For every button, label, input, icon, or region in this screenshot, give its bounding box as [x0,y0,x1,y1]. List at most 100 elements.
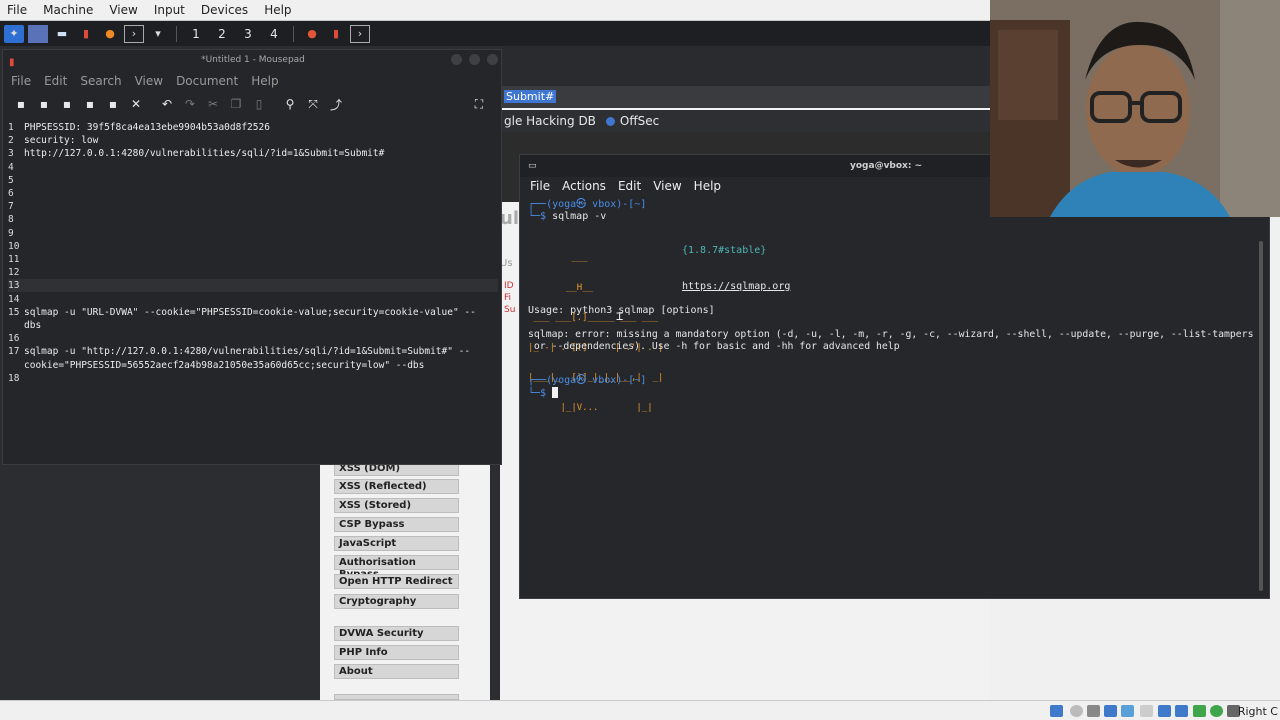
term-menu-view[interactable]: View [653,179,681,193]
workspace-2[interactable]: 2 [211,27,233,41]
dvwa-menu-open-http-redirect[interactable]: Open HTTP Redirect [334,574,459,589]
dvwa-menu-xss-reflected[interactable]: XSS (Reflected) [334,479,459,494]
mousepad-task-icon[interactable]: ▮ [326,25,346,43]
dvwa-menu-authorisation-bypass[interactable]: Authorisation Bypass [334,555,459,580]
goto-icon[interactable]: ⤴ [328,96,344,112]
menu-help[interactable]: Help [257,3,300,17]
mousepad-text-area[interactable]: 1 PHPSESSID: 39f5f8ca4ea13ebe9904b53a0d8f… [3,120,501,464]
editor-line[interactable]: 10 [8,240,498,253]
editor-line[interactable]: 14 [8,293,498,306]
mp-menu-file[interactable]: File [11,74,31,88]
workspace-3[interactable]: 3 [237,27,259,41]
mp-menu-document[interactable]: Document [176,74,238,88]
editor-line[interactable]: 2 security: low [8,134,498,147]
network-icon[interactable] [1104,705,1117,717]
editor-line[interactable]: 18 [8,372,498,385]
maximize-button[interactable] [469,54,480,65]
editor-line[interactable]: 1 PHPSESSID: 39f5f8ca4ea13ebe9904b53a0d8f… [8,121,498,134]
files-icon[interactable]: ▬ [52,25,72,43]
mp-menu-help[interactable]: Help [251,74,278,88]
close-doc-icon[interactable]: ✕ [128,96,144,112]
editor-line[interactable]: 13 [8,279,498,293]
editor-line[interactable]: 7 [8,200,498,213]
cut-icon[interactable]: ✂ [205,96,221,112]
undo-icon[interactable]: ↶ [159,96,175,112]
editor-line[interactable]: cookie="PHPSESSID=56552aecf2a4b98a21050e… [8,359,498,372]
editor-line[interactable]: dbs [8,319,498,332]
search-icon[interactable]: ⚲ [282,96,298,112]
desktop-icon[interactable] [28,24,48,43]
cpu-icon[interactable] [1193,705,1206,717]
burp-icon[interactable]: ● [302,25,322,43]
menu-view[interactable]: View [102,3,146,17]
redo-icon[interactable]: ↷ [182,96,198,112]
terminal-task-icon[interactable]: › [350,24,370,43]
editor-line[interactable]: 6 [8,187,498,200]
term-menu-actions[interactable]: Actions [562,179,606,193]
editor-line[interactable]: 17 sqlmap -u "http://127.0.0.1:4280/vulne… [8,345,498,358]
terminal-icon[interactable]: › [124,24,144,43]
editor-line[interactable]: 4 [8,161,498,174]
menu-file[interactable]: File [0,3,36,17]
editor-line[interactable]: 12 [8,266,498,279]
result-first: Fi [504,293,512,303]
workspace-1[interactable]: 1 [185,27,207,41]
display-icon[interactable] [1158,705,1171,717]
paste-icon[interactable]: ▯ [251,96,267,112]
new-window-icon[interactable]: ▪ [36,96,52,112]
editor-line[interactable]: 16 [8,332,498,345]
minimize-button[interactable] [451,54,462,65]
browser-url-bar[interactable]: Submit# [500,86,990,108]
editor-line[interactable]: 5 [8,174,498,187]
editor-icon[interactable]: ▮ [76,25,96,43]
audio-icon[interactable] [1087,705,1100,717]
dvwa-menu-about[interactable]: About [334,664,459,679]
dvwa-menu-dvwa-security[interactable]: DVWA Security [334,626,459,641]
hdd-icon[interactable] [1050,705,1063,717]
line-text: PHPSESSID: 39f5f8ca4ea13ebe9904b53a0d8f2… [24,122,270,133]
term-menu-edit[interactable]: Edit [618,179,641,193]
menu-input[interactable]: Input [147,3,194,17]
mp-menu-edit[interactable]: Edit [44,74,67,88]
save-icon[interactable]: ▪ [59,96,75,112]
workspace-4[interactable]: 4 [263,27,285,41]
chevron-down-icon[interactable]: ▾ [148,25,168,43]
mp-menu-search[interactable]: Search [80,74,121,88]
dvwa-menu-cryptography[interactable]: Cryptography [334,594,459,609]
editor-line[interactable]: 8 [8,213,498,226]
dvwa-menu-php-info[interactable]: PHP Info [334,645,459,660]
editor-line[interactable]: 9 [8,227,498,240]
terminal-output[interactable]: ┌──(yoga㉿ vbox)-[~] └─$ sqlmap -v ___ __… [520,197,1271,597]
new-file-icon[interactable]: ▪ [13,96,29,112]
find-replace-icon[interactable]: ⤧ [305,96,321,112]
usb-icon[interactable] [1121,705,1134,717]
menu-machine[interactable]: Machine [36,3,102,17]
kali-menu-icon[interactable]: ✦ [4,24,24,43]
firefox-icon[interactable]: ● [100,25,120,43]
mp-menu-view[interactable]: View [135,74,163,88]
terminal-scrollbar[interactable] [1259,241,1263,591]
menu-devices[interactable]: Devices [194,3,257,17]
term-menu-help[interactable]: Help [694,179,721,193]
prompt-line-1: ┌──(yoga㉿ vbox)-[~] [528,199,647,210]
bookmark-ghdb[interactable]: gle Hacking DB [504,114,596,128]
optical-icon[interactable] [1070,705,1083,717]
editor-line[interactable]: 11 [8,253,498,266]
recording-icon[interactable] [1175,705,1188,717]
sqlmap-url[interactable]: https://sqlmap.org [682,281,790,293]
save-as-icon[interactable]: ▪ [82,96,98,112]
reload-icon[interactable]: ▪ [105,96,121,112]
bookmark-offsec[interactable]: OffSec [605,114,659,128]
term-menu-file[interactable]: File [530,179,550,193]
dvwa-menu-javascript[interactable]: JavaScript [334,536,459,551]
editor-line[interactable]: 15 sqlmap -u "URL-DVWA" --cookie="PHPSESS… [8,306,498,319]
editor-line[interactable]: 3 http://127.0.0.1:4280/vulnerabilities/s… [8,147,498,160]
mouse-integration-icon[interactable] [1210,705,1223,717]
mousepad-titlebar[interactable]: ▮ *Untitled 1 - Mousepad [3,50,503,70]
copy-icon[interactable]: ❐ [228,96,244,112]
dvwa-menu-xss-stored[interactable]: XSS (Stored) [334,498,459,513]
shared-folder-icon[interactable] [1140,705,1153,717]
fullscreen-icon[interactable]: ⛶ [471,96,487,112]
close-button[interactable] [487,54,498,65]
dvwa-menu-csp-bypass[interactable]: CSP Bypass [334,517,459,532]
